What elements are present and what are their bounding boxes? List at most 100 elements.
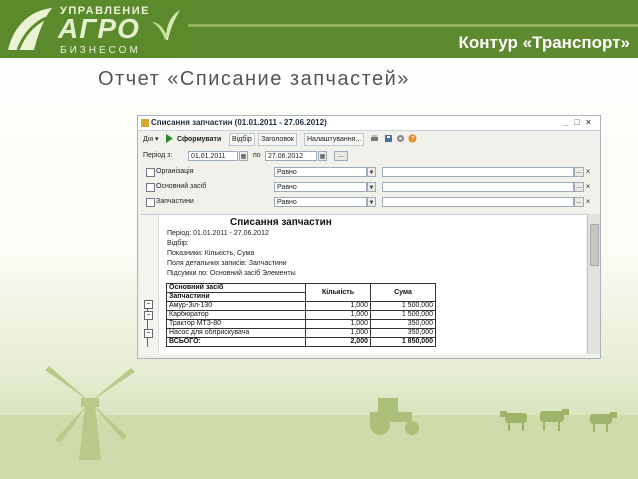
- header-stripe: [188, 24, 638, 27]
- filter-label: Запчастини: [156, 198, 194, 205]
- header-group: Основний засіб: [166, 283, 306, 293]
- settings-gear-icon[interactable]: [396, 134, 405, 143]
- actions-menu-button[interactable]: Дія ▾: [140, 133, 162, 146]
- filter-label: Основний засіб: [156, 183, 207, 190]
- svg-text:?: ?: [411, 136, 415, 143]
- slide: УПРАВЛЕНИЕ АГРО БИЗНЕСОМ Контур «Транспо…: [0, 0, 638, 479]
- filter-button[interactable]: Відбір: [229, 133, 255, 146]
- header-item: Запчастини: [166, 292, 306, 302]
- generate-button[interactable]: Сформувати: [174, 133, 224, 146]
- table-total-row: ВСЬОГО: 2,000 1 850,000: [166, 337, 436, 347]
- filter-select-button[interactable]: ...: [574, 167, 584, 177]
- row-sum: 1 500,000: [370, 310, 436, 320]
- row-name: Трактор МТЗ-80: [166, 319, 306, 329]
- sprout-icon: [152, 10, 180, 40]
- filter-row-fixed-asset: Основний засіб Равно ▼ ... ×: [138, 182, 600, 194]
- logo-main-text: АГРО: [58, 13, 140, 44]
- row-qty: 1,000: [305, 310, 371, 320]
- table-row[interactable]: Амур-Зіл-130 1,000 1 500,000: [166, 301, 436, 311]
- tractor-illustration: [370, 398, 419, 435]
- row-sum: 350,000: [370, 328, 436, 338]
- report-table: Основний засіб Кількість Сума Запчастини…: [166, 283, 436, 347]
- period-to-label: по: [253, 152, 261, 159]
- report-filter: Відбір:: [167, 240, 189, 247]
- grouping-gutter: − − −: [140, 215, 159, 355]
- product-name: Контур «Транспорт»: [458, 33, 630, 52]
- period-row: Період з: 01.01.2011 ▦ по 27.06.2012 ▦ .…: [138, 151, 600, 163]
- clear-icon[interactable]: ×: [584, 197, 592, 207]
- logo: УПРАВЛЕНИЕ АГРО БИЗНЕСОМ: [0, 0, 188, 58]
- toolbar: Дія ▾ Сформувати Відбір Заголовок Налашт…: [138, 132, 600, 146]
- chevron-down-icon[interactable]: ▼: [367, 197, 376, 207]
- row-name: Насос для обприскувача: [166, 328, 306, 338]
- chevron-down-icon[interactable]: ▼: [367, 167, 376, 177]
- filter-condition-select[interactable]: Равно: [274, 197, 367, 207]
- filter-checkbox[interactable]: [146, 183, 155, 192]
- window-title: Списання запчастин (01.01.2011 - 27.06.2…: [151, 118, 327, 127]
- clear-icon[interactable]: ×: [584, 167, 592, 177]
- row-name: Амур-Зіл-130: [166, 301, 306, 311]
- filter-select-button[interactable]: ...: [574, 197, 584, 207]
- filter-select-button[interactable]: ...: [574, 182, 584, 192]
- clear-icon[interactable]: ×: [584, 182, 592, 192]
- help-icon[interactable]: ?: [408, 134, 417, 143]
- report-totals-by: Підсумки по: Основний засіб Элементы: [167, 270, 296, 277]
- filter-row-spare-parts: Запчастини Равно ▼ ... ×: [138, 197, 600, 209]
- filter-value-field[interactable]: [382, 197, 574, 207]
- collapse-group-icon[interactable]: −: [144, 300, 153, 309]
- calendar-icon[interactable]: ▦: [318, 151, 327, 161]
- header-qty: Кількість: [305, 283, 371, 302]
- window-titlebar: Списання запчастин (01.01.2011 - 27.06.2…: [138, 116, 600, 131]
- filter-value-field[interactable]: [382, 182, 574, 192]
- row-name: Карбюратор: [166, 310, 306, 320]
- window-controls[interactable]: _□×: [563, 117, 597, 127]
- cows-illustration: [500, 409, 617, 432]
- filter-label: Організація: [156, 168, 194, 175]
- filter-row-organization: Організація Равно ▼ ... ×: [138, 167, 600, 179]
- filter-condition-select[interactable]: Равно: [274, 182, 367, 192]
- collapse-group-icon[interactable]: −: [144, 311, 153, 320]
- table-row[interactable]: Трактор МТЗ-80 1,000 350,000: [166, 319, 436, 329]
- period-to-field[interactable]: 27.06.2012: [265, 151, 317, 161]
- report-document: − − − Списання запчастин Період: 01.01.2…: [140, 214, 586, 355]
- scrollbar-thumb[interactable]: [590, 224, 599, 266]
- chevron-down-icon[interactable]: ▼: [367, 182, 376, 192]
- filter-checkbox[interactable]: [146, 198, 155, 207]
- row-sum: 350,000: [370, 319, 436, 329]
- total-sum: 1 850,000: [370, 337, 436, 347]
- leaf-icon: [8, 8, 52, 51]
- total-qty: 2,000: [305, 337, 371, 347]
- report-scrollbar[interactable]: [587, 214, 600, 354]
- play-icon: [166, 134, 173, 143]
- row-qty: 1,000: [305, 328, 371, 338]
- filter-condition-select[interactable]: Равно: [274, 167, 367, 177]
- table-row[interactable]: Карбюратор 1,000 1 500,000: [166, 310, 436, 320]
- table-header-row: Основний засіб Кількість Сума: [166, 283, 436, 302]
- group-line: [147, 303, 148, 347]
- table-row[interactable]: Насос для обприскувача 1,000 350,000: [166, 328, 436, 338]
- period-more-button[interactable]: ...: [334, 151, 348, 161]
- report-detail-fields: Поля детальних записів: Запчастини: [167, 260, 287, 267]
- report-indicators: Показники: Кількість, Сума: [167, 250, 255, 257]
- report-title: Списання запчастин: [230, 217, 332, 228]
- report-period: Період: 01.01.2011 - 27.06.2012: [167, 230, 269, 237]
- period-label: Період з:: [143, 152, 173, 159]
- row-sum: 1 500,000: [370, 301, 436, 311]
- filter-checkbox[interactable]: [146, 168, 155, 177]
- print-icon[interactable]: [370, 134, 379, 143]
- header-button[interactable]: Заголовок: [258, 133, 297, 146]
- total-label: ВСЬОГО:: [166, 337, 306, 347]
- slide-title: Отчет «Списание запчастей»: [98, 68, 410, 90]
- header-sum: Сума: [370, 283, 436, 302]
- save-icon[interactable]: [384, 134, 393, 143]
- row-qty: 1,000: [305, 319, 371, 329]
- calendar-icon[interactable]: ▦: [239, 151, 248, 161]
- windmill-illustration: [45, 366, 135, 460]
- row-qty: 1,000: [305, 301, 371, 311]
- collapse-group-icon[interactable]: −: [144, 329, 153, 338]
- filter-value-field[interactable]: [382, 167, 574, 177]
- period-from-field[interactable]: 01.01.2011: [188, 151, 238, 161]
- settings-button[interactable]: Налаштування...: [304, 133, 365, 146]
- logo-bottom-text: БИЗНЕСОМ: [60, 45, 141, 56]
- document-icon: [141, 119, 149, 127]
